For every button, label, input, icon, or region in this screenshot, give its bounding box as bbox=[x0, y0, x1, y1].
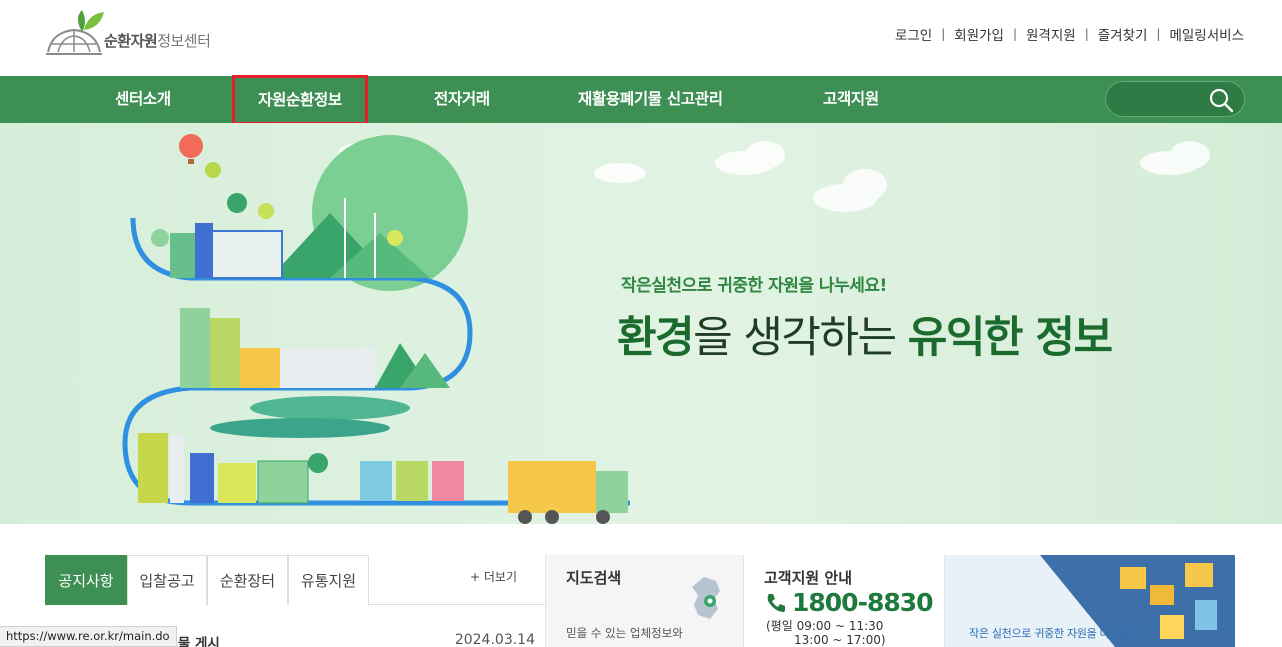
tab-market[interactable]: 순환장터 bbox=[207, 555, 288, 605]
more-button[interactable]: + 더보기 bbox=[470, 568, 517, 585]
notice-date: 2024.03.14 bbox=[454, 632, 535, 647]
separator: | bbox=[1084, 27, 1089, 41]
nav-recycling-report[interactable]: 재활용폐기물 신고관리 bbox=[578, 76, 723, 123]
customer-support-panel: 고객지원 안내 1800-8830 (평일 09:00 ~ 11:30 13:0… bbox=[743, 555, 945, 647]
map-search-panel[interactable]: 지도검색 믿을 수 있는 업체정보와 bbox=[545, 555, 743, 647]
nav-e-trade[interactable]: 전자거래 bbox=[434, 76, 490, 123]
support-phone-number: 1800-8830 bbox=[792, 588, 934, 617]
hero-title-useful-info: 유익한 정보 bbox=[907, 313, 1113, 363]
promo-banner[interactable]: 작은 실천으로 귀중한 자원을 나누세요! bbox=[945, 555, 1235, 647]
search-input[interactable] bbox=[1105, 81, 1245, 117]
favorites-link[interactable]: 즐겨찾기 bbox=[1098, 24, 1148, 44]
utility-links: 로그인 | 회원가입 | 원격지원 | 즐겨찾기 | 메일링서비스 bbox=[895, 24, 1244, 44]
hero-banner[interactable]: 작은실천으로 귀중한 자원을 나누세요! 환경을 생각하는 유익한 정보 bbox=[0, 123, 1282, 524]
globe-leaf-icon bbox=[46, 10, 104, 55]
support-hours-pm: 13:00 ~ 17:00) bbox=[794, 633, 886, 647]
support-hours-am: (평일 09:00 ~ 11:30 bbox=[766, 619, 884, 633]
logo-text: 순환자원정보센터 bbox=[104, 30, 211, 51]
hero-title-middle: 을 생각하는 bbox=[693, 313, 908, 363]
hero-title: 환경을 생각하는 유익한 정보 bbox=[617, 303, 1113, 365]
customer-support-title: 고객지원 안내 bbox=[764, 569, 853, 587]
tab-distribution[interactable]: 유통지원 bbox=[288, 555, 369, 605]
nav-customer-support[interactable]: 고객지원 bbox=[823, 76, 879, 123]
search-icon[interactable] bbox=[1208, 87, 1234, 113]
support-phone[interactable]: 1800-8830 bbox=[764, 588, 934, 617]
separator: | bbox=[941, 27, 946, 41]
hero-title-environment: 환경 bbox=[617, 313, 695, 363]
korea-map-icon bbox=[692, 577, 720, 619]
login-link[interactable]: 로그인 bbox=[895, 24, 932, 44]
nav-center-intro[interactable]: 센터소개 bbox=[115, 76, 171, 123]
separator: | bbox=[1156, 27, 1161, 41]
logo-text-light: 정보센터 bbox=[157, 32, 211, 50]
nav-resource-info[interactable]: 자원순환정보 bbox=[232, 75, 368, 125]
map-search-title: 지도검색 bbox=[566, 569, 622, 587]
browser-status-bar: https://www.re.or.kr/main.do bbox=[0, 626, 177, 647]
separator: | bbox=[1012, 27, 1017, 41]
signup-link[interactable]: 회원가입 bbox=[954, 24, 1004, 44]
site-logo[interactable]: 순환자원정보센터 bbox=[44, 10, 244, 56]
map-search-desc: 믿을 수 있는 업체정보와 bbox=[566, 626, 683, 640]
remote-support-link[interactable]: 원격지원 bbox=[1026, 24, 1076, 44]
header: 순환자원정보센터 로그인 | 회원가입 | 원격지원 | 즐겨찾기 | 메일링서… bbox=[0, 0, 1282, 76]
phone-icon bbox=[767, 593, 785, 612]
mailing-service-link[interactable]: 메일링서비스 bbox=[1169, 24, 1244, 44]
tab-bid[interactable]: 입찰공고 bbox=[127, 555, 207, 605]
hero-subtitle: 작은실천으로 귀중한 자원을 나누세요! bbox=[621, 276, 887, 296]
logo-text-bold: 순환자원 bbox=[104, 32, 158, 50]
main-nav: 센터소개 자원순환정보 전자거래 재활용폐기물 신고관리 고객지원 bbox=[0, 75, 1282, 125]
tab-notice[interactable]: 공지사항 bbox=[45, 555, 127, 605]
banner-caption: 작은 실천으로 귀중한 자원을 나누세요! bbox=[969, 627, 1144, 640]
